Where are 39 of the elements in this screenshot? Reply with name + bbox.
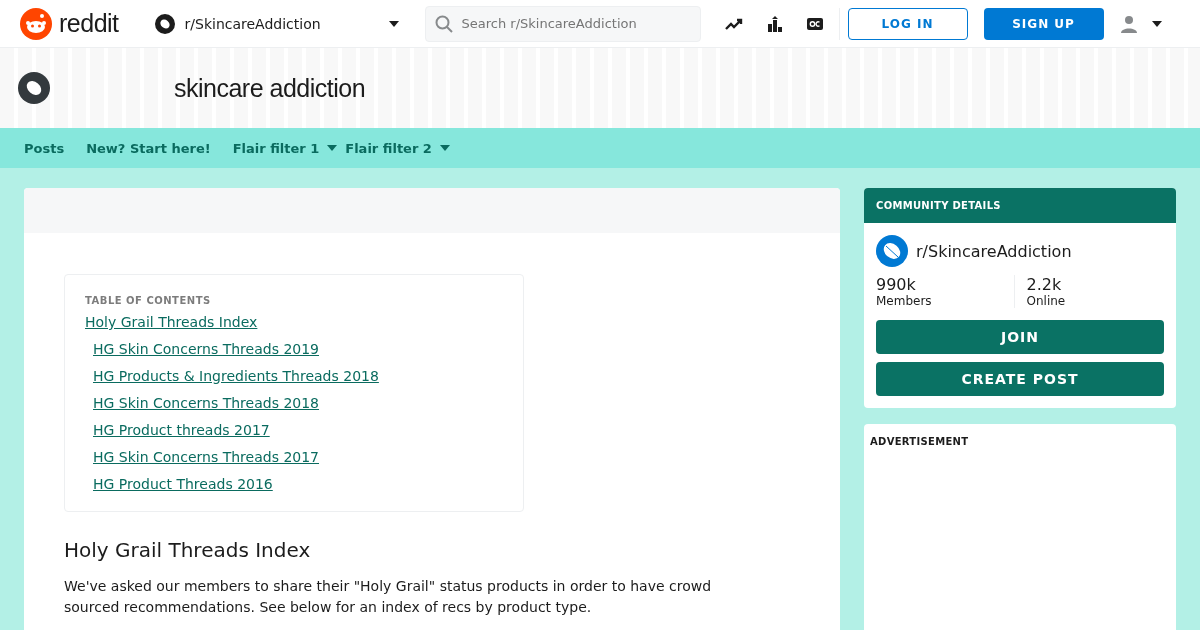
community-name: r/SkincareAddiction [916,241,1072,261]
toc-link[interactable]: HG Skin Concerns Threads 2018 [93,393,319,414]
toc-link[interactable]: HG Skin Concerns Threads 2019 [93,339,319,360]
section-heading: Holy Grail Threads Index [64,538,312,562]
toc-link[interactable]: HG Product Threads 2016 [93,474,273,495]
stat-label: Online [1026,294,1067,308]
toc-link[interactable]: HG Product threads 2017 [93,420,270,441]
community-dropdown[interactable]: r/SkincareAddiction [154,13,399,34]
nav-link[interactable]: Posts [24,140,65,156]
caret-icon [1151,20,1162,27]
toc-heading: TABLE OF CONTENTS [85,295,211,306]
stat-value: 990k [876,275,917,294]
toc-link[interactable]: Holy Grail Threads Index [85,312,258,333]
user-icon [1119,14,1138,33]
community-icon [154,13,175,34]
nav-link[interactable]: Flair filter 2 [345,140,450,156]
card-heading: COMMUNITY DETAILS [864,188,1176,223]
sign-up-button[interactable]: SIGN UP [983,7,1104,40]
join-button[interactable]: JOIN [876,320,1164,354]
logo-wordmark[interactable]: reddit [59,9,119,38]
stat-label: Members [876,294,933,308]
create-post-button[interactable]: CREATE POST [876,362,1164,396]
log-in-button[interactable]: LOG IN [847,7,968,40]
caret-icon [388,20,399,27]
paragraph: We've asked our members to share their "Holy Grail" status products in order to have crowd sourced recommendations. See below for an index of recs by product type. [64,577,713,617]
community-icon [18,72,50,104]
bar-chart-icon[interactable] [766,15,783,32]
community-icon [876,235,908,267]
toc-link[interactable]: HG Skin Concerns Threads 2017 [93,447,319,468]
community-title: skincare addiction [174,73,366,103]
nav-link[interactable]: New? Start here! [86,140,211,156]
nav-link[interactable]: Flair filter 1 [232,140,338,156]
stat-value: 2.2k [1026,275,1063,294]
oc-icon[interactable] [806,17,823,30]
advertisement-label: ADVERTISEMENT [870,436,969,447]
alien-logo-icon[interactable] [20,7,52,40]
search-field[interactable]: Search r/SkincareAddiction [424,5,701,42]
toc-link[interactable]: HG Products & Ingredients Threads 2018 [93,366,379,387]
trending-icon[interactable] [724,17,743,30]
